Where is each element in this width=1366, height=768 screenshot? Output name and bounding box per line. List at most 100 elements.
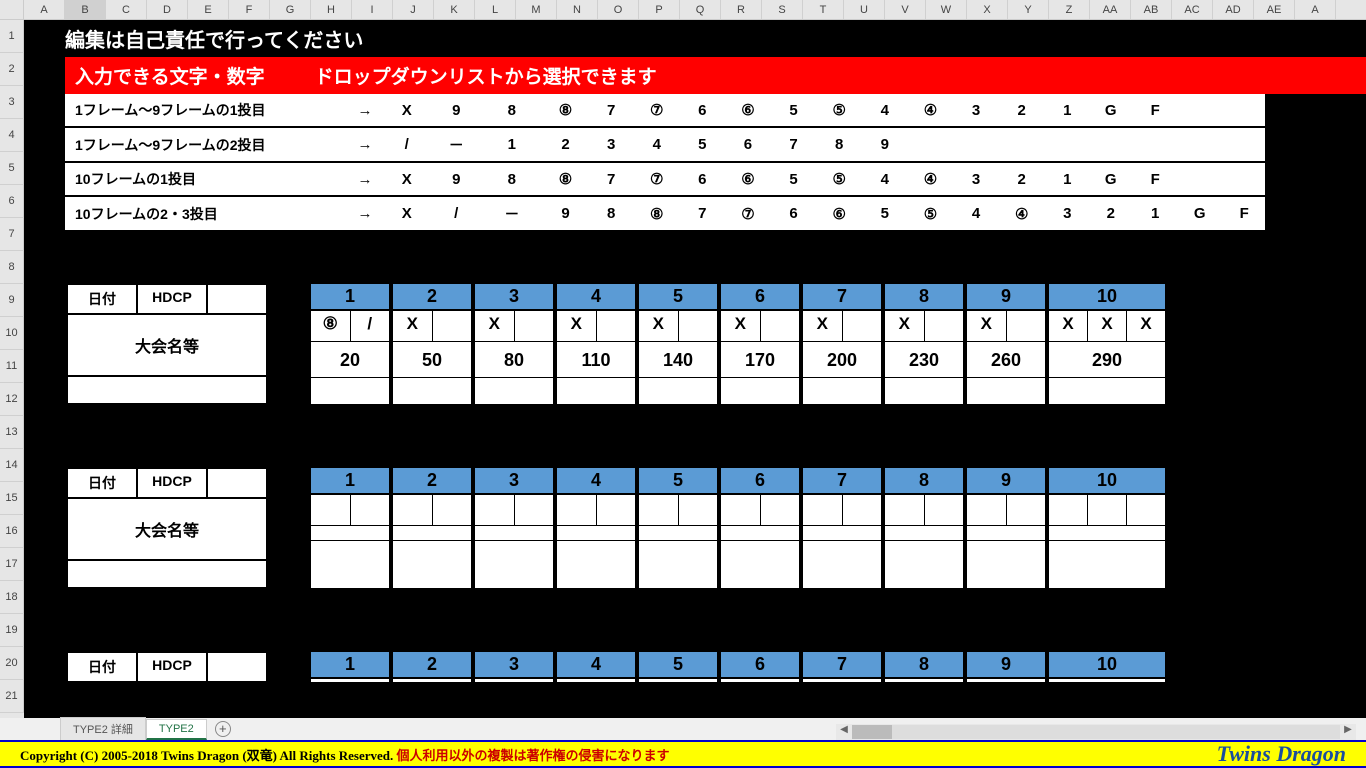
row-num-13[interactable]: 13 (0, 416, 24, 449)
throw-cell[interactable] (1088, 495, 1127, 525)
col-head-A[interactable]: A (24, 0, 65, 19)
row-num-16[interactable]: 16 (0, 515, 24, 548)
corner-cell[interactable] (0, 0, 24, 19)
row-num-20[interactable]: 20 (0, 647, 24, 680)
throw-cell[interactable] (515, 311, 554, 341)
col-head-AB[interactable]: AB (1131, 0, 1172, 19)
col-head-AD[interactable]: AD (1213, 0, 1254, 19)
col-head-G[interactable]: G (270, 0, 311, 19)
row-num-5[interactable]: 5 (0, 152, 24, 185)
throw-cell[interactable] (1049, 495, 1088, 525)
throw-cell[interactable] (433, 495, 472, 525)
throw-cell[interactable]: / (351, 311, 390, 341)
throw-cell[interactable] (843, 495, 882, 525)
throw-cell[interactable] (1127, 495, 1165, 525)
horizontal-scrollbar[interactable]: ◀ ▶ (836, 724, 1356, 740)
row-num-19[interactable]: 19 (0, 614, 24, 647)
row-num-17[interactable]: 17 (0, 548, 24, 581)
row-num-12[interactable]: 12 (0, 383, 24, 416)
throw-cell[interactable]: X (557, 311, 597, 341)
col-head-W[interactable]: W (926, 0, 967, 19)
throw-cell[interactable] (639, 495, 679, 525)
throw-cell[interactable]: X (721, 311, 761, 341)
throw-cell[interactable] (803, 495, 843, 525)
row-num-8[interactable]: 8 (0, 251, 24, 284)
row-num-11[interactable]: 11 (0, 350, 24, 383)
throw-cell[interactable] (967, 495, 1007, 525)
throw-cell[interactable] (433, 311, 472, 341)
col-head-Q[interactable]: Q (680, 0, 721, 19)
throw-cell[interactable] (721, 495, 761, 525)
throw-cell[interactable]: X (639, 311, 679, 341)
col-head-R[interactable]: R (721, 0, 762, 19)
throw-cell[interactable] (475, 495, 515, 525)
col-head-J[interactable]: J (393, 0, 434, 19)
row-num-1[interactable]: 1 (0, 20, 24, 53)
throw-cell[interactable]: X (885, 311, 925, 341)
col-head-E[interactable]: E (188, 0, 229, 19)
col-head-M[interactable]: M (516, 0, 557, 19)
throw-cell[interactable] (515, 495, 554, 525)
meta-blank[interactable] (207, 468, 267, 498)
throw-cell[interactable] (393, 495, 433, 525)
col-head-I[interactable]: I (352, 0, 393, 19)
add-sheet-button[interactable]: + (215, 721, 231, 737)
throw-cell[interactable] (557, 495, 597, 525)
meta-blank[interactable] (207, 284, 267, 314)
col-head-X[interactable]: X (967, 0, 1008, 19)
throw-cell[interactable] (761, 311, 800, 341)
col-head-A[interactable]: A (1295, 0, 1336, 19)
col-head-AE[interactable]: AE (1254, 0, 1295, 19)
col-head-AA[interactable]: AA (1090, 0, 1131, 19)
throw-cell[interactable] (1007, 311, 1046, 341)
col-head-L[interactable]: L (475, 0, 516, 19)
col-head-B[interactable]: B (65, 0, 106, 19)
row-num-9[interactable]: 9 (0, 284, 24, 317)
throw-cell[interactable] (885, 495, 925, 525)
row-num-7[interactable]: 7 (0, 218, 24, 251)
row-num-6[interactable]: 6 (0, 185, 24, 218)
tab-type2-detail[interactable]: TYPE2 詳細 (60, 717, 146, 741)
scroll-left-arrow[interactable]: ◀ (836, 724, 852, 740)
throw-cell[interactable] (925, 311, 964, 341)
throw-cell[interactable]: X (475, 311, 515, 341)
throw-cell[interactable] (925, 495, 964, 525)
row-num-2[interactable]: 2 (0, 53, 24, 86)
col-head-O[interactable]: O (598, 0, 639, 19)
row-num-15[interactable]: 15 (0, 482, 24, 515)
row-num-21[interactable]: 21 (0, 680, 24, 713)
throw-cell[interactable]: X (393, 311, 433, 341)
tab-type2[interactable]: TYPE2 (146, 719, 207, 740)
throw-cell[interactable]: X (967, 311, 1007, 341)
throw-cell[interactable] (597, 495, 636, 525)
scroll-thumb[interactable] (852, 725, 892, 739)
col-head-H[interactable]: H (311, 0, 352, 19)
throw-cell[interactable]: X (1088, 311, 1127, 341)
throw-cell[interactable] (679, 311, 718, 341)
row-num-3[interactable]: 3 (0, 86, 24, 119)
scroll-right-arrow[interactable]: ▶ (1340, 724, 1356, 740)
col-head-K[interactable]: K (434, 0, 475, 19)
row-num-4[interactable]: 4 (0, 119, 24, 152)
meta-empty-row[interactable] (67, 560, 267, 588)
throw-cell[interactable]: X (1127, 311, 1165, 341)
col-head-AC[interactable]: AC (1172, 0, 1213, 19)
row-num-14[interactable]: 14 (0, 449, 24, 482)
col-head-P[interactable]: P (639, 0, 680, 19)
throw-cell[interactable]: ⑧ (311, 311, 351, 341)
col-head-N[interactable]: N (557, 0, 598, 19)
meta-blank[interactable] (207, 652, 267, 682)
col-head-S[interactable]: S (762, 0, 803, 19)
col-head-U[interactable]: U (844, 0, 885, 19)
throw-cell[interactable]: X (803, 311, 843, 341)
throw-cell[interactable] (311, 495, 351, 525)
throw-cell[interactable]: X (1049, 311, 1088, 341)
col-head-Z[interactable]: Z (1049, 0, 1090, 19)
col-head-C[interactable]: C (106, 0, 147, 19)
throw-cell[interactable] (1007, 495, 1046, 525)
throw-cell[interactable] (761, 495, 800, 525)
col-head-Y[interactable]: Y (1008, 0, 1049, 19)
row-num-10[interactable]: 10 (0, 317, 24, 350)
col-head-T[interactable]: T (803, 0, 844, 19)
col-head-D[interactable]: D (147, 0, 188, 19)
